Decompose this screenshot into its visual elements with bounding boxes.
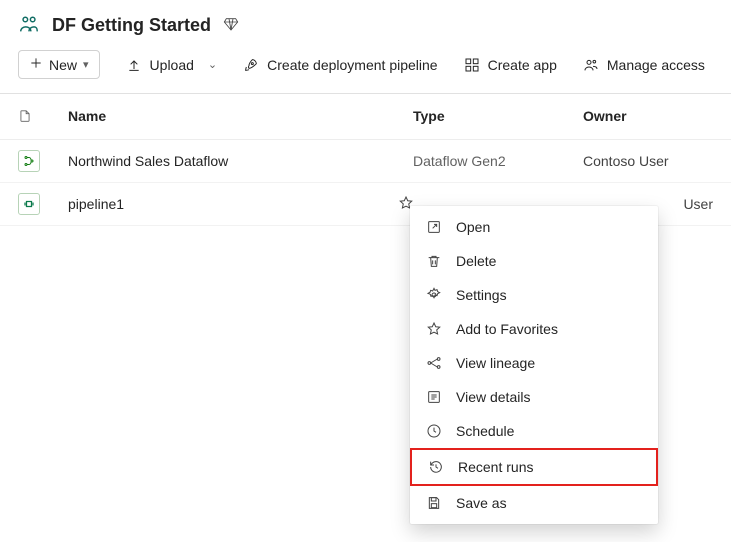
menu-label: Open	[456, 219, 490, 235]
workspace-icon	[18, 14, 40, 36]
new-label: New	[49, 57, 77, 73]
menu-label: Schedule	[456, 423, 514, 439]
menu-label: Settings	[456, 287, 507, 303]
save-icon	[426, 495, 442, 511]
menu-lineage[interactable]: View lineage	[410, 346, 658, 380]
people-icon	[583, 57, 599, 73]
dataflow-icon	[18, 150, 40, 172]
app-icon	[464, 57, 480, 73]
create-pipeline-label: Create deployment pipeline	[267, 57, 437, 73]
menu-delete[interactable]: Delete	[410, 244, 658, 278]
upload-label: Upload	[150, 57, 194, 73]
chevron-down-icon[interactable]: ⌄	[208, 58, 217, 71]
item-name: pipeline1	[68, 196, 413, 212]
file-icon	[18, 108, 68, 127]
upload-icon	[126, 57, 142, 73]
menu-label: View lineage	[456, 355, 535, 371]
gear-icon	[426, 287, 442, 303]
menu-settings[interactable]: Settings	[410, 278, 658, 312]
toolbar: New ▾ Upload ⌄ Create deployment pipelin…	[0, 46, 731, 94]
menu-favorites[interactable]: Add to Favorites	[410, 312, 658, 346]
manage-access-button[interactable]: Manage access	[583, 57, 705, 73]
plus-icon	[29, 56, 43, 73]
create-app-button[interactable]: Create app	[464, 57, 557, 73]
table-row[interactable]: Northwind Sales Dataflow Dataflow Gen2 C…	[0, 140, 731, 183]
menu-schedule[interactable]: Schedule	[410, 414, 658, 448]
upload-button[interactable]: Upload	[126, 57, 194, 73]
create-pipeline-button[interactable]: Create deployment pipeline	[243, 57, 437, 73]
menu-label: View details	[456, 389, 530, 405]
pipeline-icon	[18, 193, 40, 215]
menu-details[interactable]: View details	[410, 380, 658, 414]
history-icon	[428, 459, 444, 475]
menu-label: Add to Favorites	[456, 321, 558, 337]
menu-save-as[interactable]: Save as	[410, 486, 658, 520]
item-name: Northwind Sales Dataflow	[68, 153, 413, 169]
menu-open[interactable]: Open	[410, 210, 658, 244]
workspace-title: DF Getting Started	[52, 15, 211, 36]
item-type: Dataflow Gen2	[413, 153, 583, 169]
menu-label: Save as	[456, 495, 507, 511]
col-name[interactable]: Name	[68, 108, 413, 127]
chevron-down-icon: ▾	[83, 58, 89, 71]
item-owner: Contoso User	[583, 153, 713, 169]
menu-recent-runs[interactable]: Recent runs	[410, 448, 658, 486]
workspace-header: DF Getting Started	[0, 0, 731, 46]
rocket-icon	[243, 57, 259, 73]
create-app-label: Create app	[488, 57, 557, 73]
col-owner[interactable]: Owner	[583, 108, 713, 127]
clock-icon	[426, 423, 442, 439]
trash-icon	[426, 253, 442, 269]
col-type[interactable]: Type	[413, 108, 583, 127]
new-button[interactable]: New ▾	[18, 50, 100, 79]
star-icon	[426, 321, 442, 337]
menu-label: Delete	[456, 253, 496, 269]
details-icon	[426, 389, 442, 405]
table-header: Name Type Owner	[0, 94, 731, 140]
context-menu: Open Delete Settings Add to Favorites Vi…	[410, 206, 658, 524]
open-icon	[426, 219, 442, 235]
lineage-icon	[426, 355, 442, 371]
menu-label: Recent runs	[458, 459, 533, 475]
premium-icon	[223, 16, 239, 35]
manage-access-label: Manage access	[607, 57, 705, 73]
